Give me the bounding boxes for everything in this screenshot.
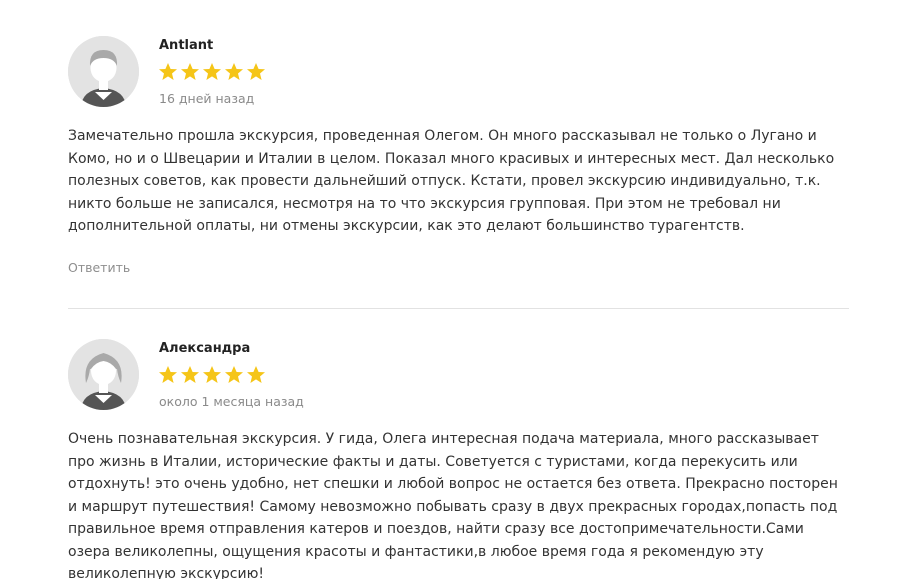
review-divider [68, 308, 849, 309]
star-icon [159, 366, 177, 383]
reply-link[interactable]: Ответить [68, 260, 130, 275]
user-avatar-male-icon [68, 36, 139, 107]
star-icon [247, 366, 265, 383]
review-date: 16 дней назад [159, 91, 255, 106]
rating-stars [158, 365, 266, 385]
star-icon [181, 366, 199, 383]
review-date: около 1 месяца назад [159, 394, 304, 409]
review-author[interactable]: Александра [159, 341, 250, 356]
rating-stars [158, 62, 266, 82]
cropped-heading-fragment [160, 0, 190, 3]
star-icon [247, 63, 265, 80]
star-icon [181, 63, 199, 80]
star-icon [225, 366, 243, 383]
user-avatar-female-icon [68, 339, 139, 410]
review-author[interactable]: Antlant [159, 38, 213, 53]
review-text: Очень познавательная экскурсия. У гида, … [68, 431, 838, 579]
star-icon [225, 63, 243, 80]
star-icon [203, 366, 221, 383]
review-text: Замечательно прошла экскурсия, проведенн… [68, 128, 835, 234]
star-icon [159, 63, 177, 80]
star-icon [203, 63, 221, 80]
